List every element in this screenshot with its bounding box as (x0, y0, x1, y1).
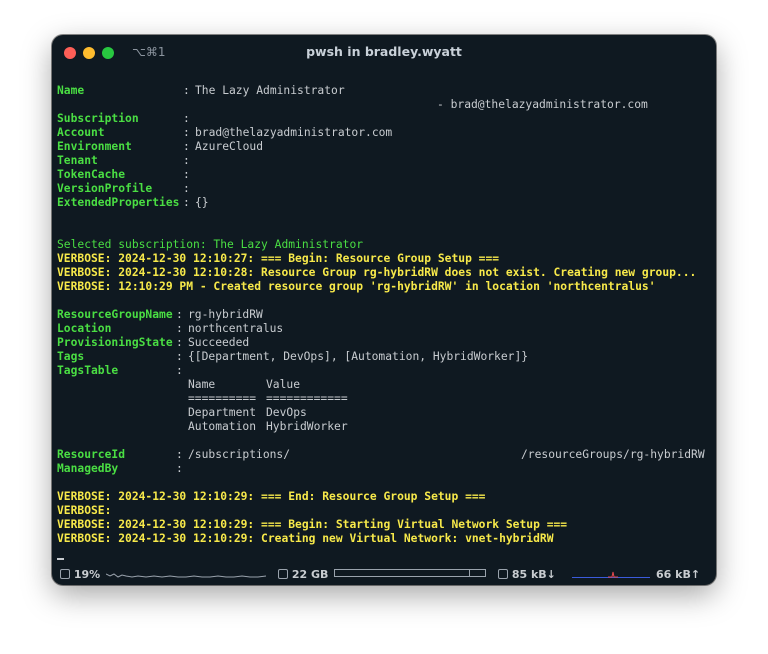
separator: : (183, 140, 190, 153)
separator: : (176, 322, 183, 335)
separator: : (183, 182, 190, 195)
context-key: TokenCache (57, 168, 126, 181)
memory-indicator: 22 GB (278, 568, 328, 581)
table-rule-name: ========== (188, 392, 257, 405)
separator: : (176, 364, 183, 377)
context-key: Name (57, 84, 85, 97)
output-line: - brad@thelazyadministrator.com (57, 98, 711, 112)
title-bar: ⌥⌘1 pwsh in bradley.wyatt (52, 35, 716, 71)
separator: : (183, 126, 190, 139)
table-cell: Automation (188, 420, 257, 433)
output-line: Tenant: (57, 154, 711, 168)
table-row: Automation HybridWorker (57, 420, 711, 434)
verbose-line: VERBOSE: 2024-12-30 12:10:29: === End: R… (57, 490, 486, 503)
memory-icon (278, 569, 288, 579)
cpu-value: 19% (73, 568, 101, 581)
output-line: ExtendedProperties: {} (57, 196, 711, 210)
context-value: {} (195, 196, 209, 209)
context-key: Account (57, 126, 105, 139)
verbose-line: VERBOSE: (57, 504, 112, 517)
context-key: Tenant (57, 154, 98, 167)
separator: : (183, 84, 190, 97)
verbose-line: VERBOSE: 2024-12-30 12:10:28: Resource G… (57, 266, 697, 279)
cpu-sparkline (106, 573, 267, 578)
rg-value: {[Department, DevOps], [Automation, Hybr… (188, 350, 529, 363)
rg-value: rg-hybridRW (188, 308, 263, 321)
output-line: VersionProfile: (57, 182, 711, 196)
separator: : (176, 462, 183, 475)
rg-value: Succeeded (188, 336, 250, 349)
rg-key: ResourceId (57, 448, 126, 461)
verbose-line: VERBOSE: 2024-12-30 12:10:27: === Begin:… (57, 252, 500, 265)
context-value: - brad@thelazyadministrator.com (437, 98, 648, 111)
context-value: brad@thelazyadministrator.com (195, 126, 393, 139)
separator: : (176, 336, 183, 349)
table-cell: Department (188, 406, 257, 419)
output-line: Account: brad@thelazyadministrator.com (57, 126, 711, 140)
rg-key: TagsTable (57, 364, 119, 377)
separator: : (176, 448, 183, 461)
separator: : (176, 308, 183, 321)
window-title: pwsh in bradley.wyatt (306, 44, 462, 59)
terminal-output[interactable]: Name: The Lazy Administrator - brad@thela… (57, 84, 711, 560)
table-header-name: Name (188, 378, 216, 391)
table-rule: ========== ============ (57, 392, 711, 406)
selected-subscription-line: Selected subscription: The Lazy Administ… (57, 238, 364, 251)
separator: : (183, 196, 190, 209)
output-line: Location: northcentralus (57, 322, 711, 336)
network-icon (498, 569, 508, 579)
output-line: Tags: {[Department, DevOps], [Automation,… (57, 350, 711, 364)
context-key: Environment (57, 140, 132, 153)
context-key: VersionProfile (57, 182, 153, 195)
rg-value: /resourceGroups/rg-hybridRW (521, 448, 705, 461)
network-spike (608, 571, 618, 578)
net-down-value: 85 kB↓ (511, 568, 556, 581)
rg-key: ProvisioningState (57, 336, 173, 349)
terminal-window: ⌥⌘1 pwsh in bradley.wyatt Name: The Lazy … (52, 35, 716, 585)
output-line: ManagedBy: (57, 462, 711, 476)
table-rule-value: ============ (266, 392, 348, 405)
verbose-line: VERBOSE: 2024-12-30 12:10:29: Creating n… (57, 532, 554, 545)
rg-key: Location (57, 322, 112, 335)
output-line: TagsTable: (57, 364, 711, 378)
separator: : (183, 112, 190, 125)
output-line: ResourceId: /subscriptions/ /resourceGroup… (57, 448, 711, 462)
output-line: Subscription: (57, 112, 711, 126)
output-line: ResourceGroupName: rg-hybridRW (57, 308, 711, 322)
memory-value: 22 GB (291, 568, 329, 581)
separator: : (183, 168, 190, 181)
cpu-indicator: 19% (60, 568, 100, 581)
text-cursor (57, 558, 64, 560)
table-cell: DevOps (266, 406, 307, 419)
verbose-line: VERBOSE: 12:10:29 PM - Created resource … (57, 280, 656, 293)
output-line: TokenCache: (57, 168, 711, 182)
context-value: The Lazy Administrator (195, 84, 345, 97)
rg-value: /subscriptions/ (188, 448, 291, 461)
rg-value: northcentralus (188, 322, 284, 335)
output-line: Environment: AzureCloud (57, 140, 711, 154)
output-line: Name: The Lazy Administrator (57, 84, 711, 98)
output-line: ProvisioningState: Succeeded (57, 336, 711, 350)
context-key: ExtendedProperties (57, 196, 180, 209)
net-up-value: 66 kB↑ (656, 568, 701, 581)
memory-bar (334, 569, 486, 577)
rg-key: Tags (57, 350, 85, 363)
rg-key: ResourceGroupName (57, 308, 173, 321)
separator: : (176, 350, 183, 363)
separator: : (183, 154, 190, 167)
table-header: Name Value (57, 378, 711, 392)
verbose-line: VERBOSE: 2024-12-30 12:10:29: === Begin:… (57, 518, 568, 531)
network-indicator: 85 kB↓ (498, 568, 556, 581)
context-value: AzureCloud (195, 140, 264, 153)
table-header-value: Value (266, 378, 301, 391)
context-key: Subscription (57, 112, 139, 125)
cpu-icon (60, 569, 70, 579)
status-bar: 19% 22 GB 85 kB↓ 66 kB↑ (52, 563, 716, 585)
rg-key: ManagedBy (57, 462, 119, 475)
table-cell: HybridWorker (266, 420, 348, 433)
table-row: Department DevOps (57, 406, 711, 420)
